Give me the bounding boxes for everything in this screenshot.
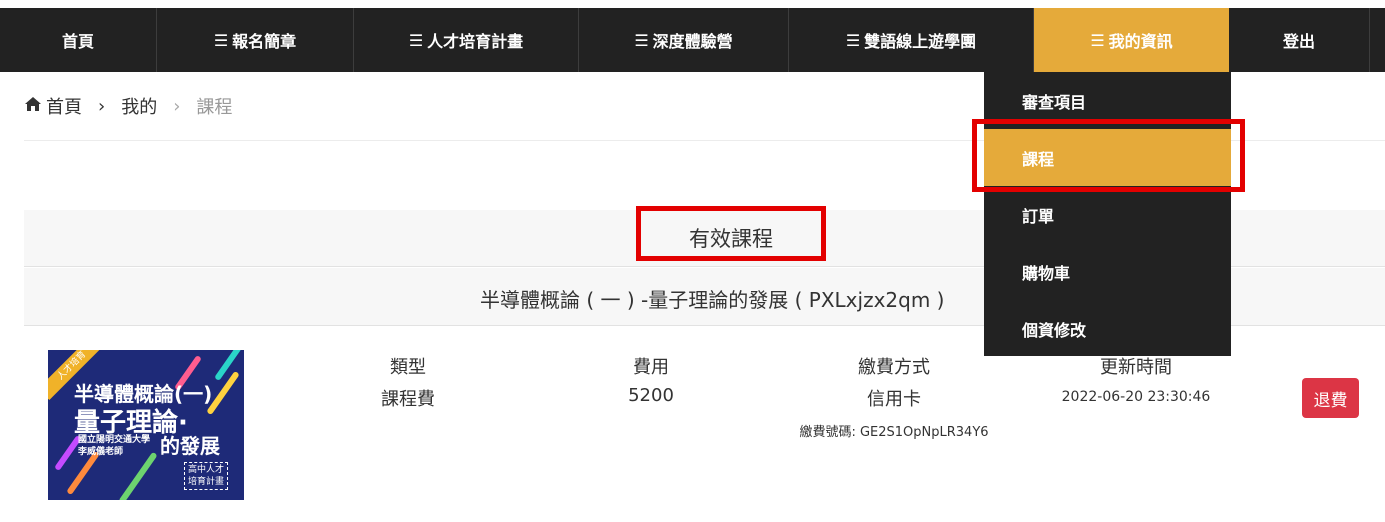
nav-home-label: 首頁 (61, 32, 94, 51)
course-type-column: 類型 課程費 (358, 353, 458, 411)
fee-label: 費用 (633, 357, 669, 378)
breadcrumb-home[interactable]: 首頁 (46, 93, 82, 119)
dropdown-item-orders[interactable]: 訂單 (984, 186, 1231, 243)
fee-value: 5200 (628, 385, 674, 406)
updated-column: 更新時間 2022-06-20 23:30:46 (1046, 353, 1226, 405)
menu-icon: ☰ (634, 30, 649, 50)
dropdown-item-label: 訂單 (1022, 206, 1055, 226)
home-icon (24, 96, 42, 117)
updated-value: 2022-06-20 23:30:46 (1061, 389, 1211, 405)
section-title-text: 有效課程 (689, 226, 773, 251)
breadcrumb-separator: › (173, 95, 181, 117)
thumbnail-line3: 國立陽明交通大學 李威儀老師 (78, 435, 151, 457)
nav-experience-camp-label: 深度體驗營 (652, 32, 733, 51)
nav-logout-label: 登出 (1282, 32, 1315, 51)
breadcrumb: 首頁 › 我的 › 課程 (24, 93, 232, 119)
my-info-dropdown: 審查項目 課程 訂單 購物車 個資修改 (984, 72, 1231, 356)
nav-home[interactable]: 首頁 (0, 8, 157, 72)
breadcrumb-separator: › (98, 95, 106, 117)
course-fee-column: 費用 5200 (601, 353, 701, 406)
payment-code: 繳費號碼: GE2S1OpNpLR34Y6 (799, 425, 989, 440)
dropdown-item-courses[interactable]: 課程 (984, 129, 1231, 186)
menu-icon: ☰ (1090, 30, 1105, 50)
breadcrumb-mine[interactable]: 我的 (121, 93, 157, 119)
payment-value: 信用卡 (867, 389, 921, 410)
thumbnail-badge: 高中人才 培育計畫 (184, 462, 229, 490)
payment-column: 繳費方式 信用卡 繳費號碼: GE2S1OpNpLR34Y6 (780, 353, 1008, 440)
nav-logout[interactable]: 登出 (1229, 8, 1370, 72)
top-navbar: 首頁 ☰ 報名簡章 ☰ 人才培育計畫 ☰ 深度體驗營 ☰ 雙語線上遊學團 ☰ 我… (0, 8, 1385, 72)
dropdown-item-label: 個資修改 (1022, 320, 1087, 340)
nav-experience-camp[interactable]: ☰ 深度體驗營 (579, 8, 789, 72)
nav-registration-label: 報名簡章 (232, 32, 297, 51)
decor-streak (118, 451, 158, 500)
nav-bilingual-tour-label: 雙語線上遊學團 (864, 32, 977, 51)
dropdown-item-label: 購物車 (1022, 263, 1071, 283)
dropdown-item-cart[interactable]: 購物車 (984, 243, 1231, 300)
type-value: 課程費 (381, 389, 435, 410)
nav-my-info[interactable]: ☰ 我的資訊 (1034, 8, 1229, 72)
nav-talent-program[interactable]: ☰ 人才培育計畫 (354, 8, 579, 72)
dropdown-item-review[interactable]: 審查項目 (984, 72, 1231, 129)
menu-icon: ☰ (408, 30, 424, 50)
menu-icon: ☰ (213, 30, 229, 50)
nav-talent-program-label: 人才培育計畫 (427, 32, 524, 51)
thumbnail-line4: 的發展 (160, 434, 220, 458)
nav-my-info-label: 我的資訊 (1108, 32, 1173, 51)
breadcrumb-current: 課程 (196, 97, 233, 118)
section-title: 有效課程 (636, 206, 826, 261)
refund-button[interactable]: 退費 (1302, 378, 1359, 418)
nav-bilingual-tour[interactable]: ☰ 雙語線上遊學團 (789, 8, 1034, 72)
course-thumbnail[interactable]: 人才培育 半導體概論(一) 量子理論· 國立陽明交通大學 李威儀老師 的發展 高… (48, 350, 244, 500)
type-label: 類型 (390, 357, 426, 378)
dropdown-item-profile-edit[interactable]: 個資修改 (984, 300, 1231, 357)
dropdown-item-label: 審查項目 (1022, 92, 1087, 112)
dropdown-item-label: 課程 (1022, 149, 1055, 169)
course-name: 半導體概論 ( 一 ) -量子理論的發展 ( PXLxjzx2qm ) (480, 288, 945, 312)
payment-label: 繳費方式 (858, 357, 930, 378)
nav-registration[interactable]: ☰ 報名簡章 (157, 8, 354, 72)
menu-icon: ☰ (845, 30, 861, 50)
